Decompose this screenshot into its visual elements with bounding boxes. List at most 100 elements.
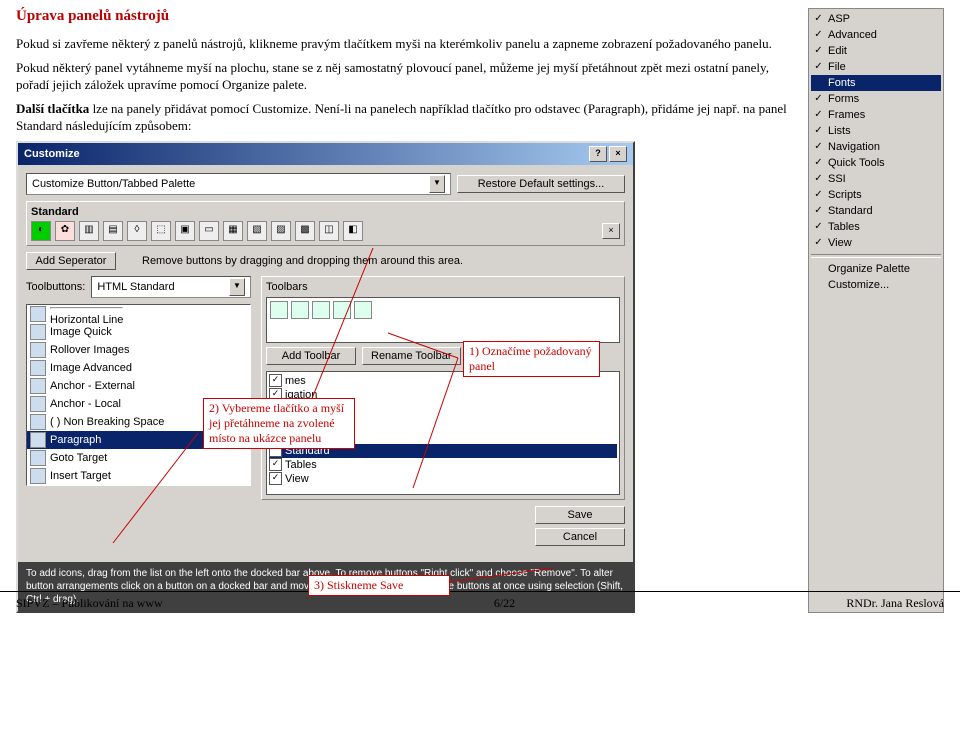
list-item[interactable]: Image Quick	[27, 323, 250, 341]
help-button[interactable]: ?	[589, 146, 607, 162]
add-separator-button[interactable]: Add Seperator	[26, 252, 116, 270]
toolbar-icon[interactable]: ▭	[199, 221, 219, 241]
check-icon: ✓	[813, 142, 824, 153]
check-icon	[813, 78, 824, 89]
palette-select[interactable]: Customize Button/Tabbed Palette▼	[26, 173, 451, 195]
toolbar-icon[interactable]: ▦	[223, 221, 243, 241]
toolbar-icon[interactable]: ▥	[79, 221, 99, 241]
toolbar-icon[interactable]: ◐	[31, 221, 51, 241]
save-button[interactable]: Save	[535, 506, 625, 524]
footer-page-number: 6/22	[494, 596, 515, 611]
panels-context-menu[interactable]: ✓ASP✓Advanced✓Edit✓FileFonts✓Forms✓Frame…	[808, 8, 944, 613]
sidebar-item[interactable]: ✓SSI	[811, 171, 941, 187]
checkbox-icon[interactable]: ✓	[269, 458, 282, 471]
toolbar-icon[interactable]: ▧	[247, 221, 267, 241]
sidebar-item[interactable]: ✓Edit	[811, 43, 941, 59]
item-icon	[30, 432, 46, 448]
item-icon	[30, 468, 46, 484]
list-item[interactable]: Insert Target	[27, 467, 250, 485]
sample-icon[interactable]	[270, 301, 288, 319]
checkbox-icon[interactable]: ✓	[269, 472, 282, 485]
toolbar-icon[interactable]: ◫	[319, 221, 339, 241]
item-icon	[30, 396, 46, 412]
footer-left: SIPVZ – Publikování na www	[16, 596, 163, 611]
check-icon: ✓	[813, 206, 824, 217]
add-toolbar-button[interactable]: Add Toolbar	[266, 347, 356, 365]
paragraph-1: Pokud si zavřeme některý z panelů nástro…	[16, 35, 788, 53]
page-title: Úprava panelů nástrojů	[16, 8, 788, 25]
list-item[interactable]: Anchor - External	[27, 377, 250, 395]
sidebar-item[interactable]: ✓Scripts	[811, 187, 941, 203]
toolbuttons-label: Toolbuttons:	[26, 281, 85, 293]
sidebar-item[interactable]: ✓Advanced	[811, 27, 941, 43]
sample-icon[interactable]	[312, 301, 330, 319]
sidebar-item[interactable]: Organize Palette	[811, 261, 941, 277]
chevron-down-icon[interactable]: ▼	[429, 175, 445, 193]
sidebar-item[interactable]: ✓Standard	[811, 203, 941, 219]
toolbar-icon[interactable]: ⬚	[151, 221, 171, 241]
cancel-button[interactable]: Cancel	[535, 528, 625, 546]
sidebar-item[interactable]: ✓ASP	[811, 11, 941, 27]
toolbar-icon[interactable]: ▩	[295, 221, 315, 241]
rename-toolbar-button[interactable]: Rename Toolbar	[362, 347, 461, 365]
sidebar-item[interactable]: ✓Tables	[811, 219, 941, 235]
sidebar-item[interactable]: ✓Frames	[811, 107, 941, 123]
sidebar-item[interactable]: ✓Lists	[811, 123, 941, 139]
list-item[interactable]: Horizontal Line	[27, 305, 250, 323]
close-icon[interactable]: ×	[609, 146, 627, 162]
paragraph-3: Další tlačítka lze na panely přidávat po…	[16, 100, 788, 135]
sidebar-item[interactable]: ✓Forms	[811, 91, 941, 107]
check-icon: ✓	[813, 190, 824, 201]
sidebar-item[interactable]: ✓File	[811, 59, 941, 75]
dialog-title: Customize	[24, 148, 80, 160]
toolbar-sample-panel	[266, 297, 620, 343]
list-item[interactable]: Rollover Images	[27, 341, 250, 359]
check-icon: ✓	[813, 126, 824, 137]
item-icon	[30, 414, 46, 430]
toolbar-preview-label: Standard	[31, 206, 620, 218]
check-icon: ✓	[813, 62, 824, 73]
toolbar-preview: Standard ◐ ✿ ▥ ▤ ◊ ⬚ ▣ ▭ ▦	[26, 201, 625, 246]
callout-1: 1) Označíme požadovaný panel	[463, 341, 600, 377]
check-icon: ✓	[813, 174, 824, 185]
check-icon: ✓	[813, 30, 824, 41]
list-item[interactable]: Goto Target	[27, 449, 250, 467]
paragraph-2: Pokud některý panel vytáhneme myší na pl…	[16, 59, 788, 94]
customize-dialog: Customize ? × Customize Button/Tabbed Pa…	[16, 141, 635, 613]
check-icon: ✓	[813, 110, 824, 121]
sidebar-item[interactable]: Customize...	[811, 277, 941, 293]
item-icon	[30, 342, 46, 358]
item-icon	[30, 378, 46, 394]
chevron-down-icon[interactable]: ▼	[229, 278, 245, 296]
sidebar-item[interactable]: Fonts	[811, 75, 941, 91]
toolbar-icon[interactable]: ◊	[127, 221, 147, 241]
toolbars-label: Toolbars	[266, 281, 308, 293]
toolbar-close-icon[interactable]: ×	[602, 223, 620, 239]
list-item[interactable]: Image Advanced	[27, 359, 250, 377]
sample-icon[interactable]	[291, 301, 309, 319]
checklist-item[interactable]: ✓View	[269, 472, 617, 486]
check-icon: ✓	[813, 158, 824, 169]
callout-2: 2) Vybereme tlačítko a myší jej přetáhne…	[203, 398, 355, 449]
item-icon	[30, 360, 46, 376]
sidebar-item[interactable]: ✓View	[811, 235, 941, 251]
toolbuttons-combo[interactable]: HTML Standard▼	[91, 276, 251, 298]
restore-defaults-button[interactable]: Restore Default settings...	[457, 175, 625, 193]
toolbar-icon[interactable]: ▨	[271, 221, 291, 241]
sidebar-item[interactable]: ✓Navigation	[811, 139, 941, 155]
toolbuttons-list[interactable]: Horizontal LineImage QuickRollover Image…	[26, 304, 251, 486]
toolbar-icon[interactable]: ◧	[343, 221, 363, 241]
sample-icon[interactable]	[354, 301, 372, 319]
toolbar-icon[interactable]: ▤	[103, 221, 123, 241]
toolbar-icon[interactable]: ✿	[55, 221, 75, 241]
checkbox-icon[interactable]: ✓	[269, 374, 282, 387]
callout-3: 3) Stiskneme Save	[308, 575, 450, 596]
sample-icon[interactable]	[333, 301, 351, 319]
sidebar-item[interactable]: ✓Quick Tools	[811, 155, 941, 171]
footer-right: RNDr. Jana Reslová	[846, 596, 944, 611]
check-icon: ✓	[813, 46, 824, 57]
check-icon: ✓	[813, 94, 824, 105]
toolbar-icon[interactable]: ▣	[175, 221, 195, 241]
checklist-item[interactable]: ✓Tables	[269, 458, 617, 472]
item-icon	[30, 324, 46, 340]
